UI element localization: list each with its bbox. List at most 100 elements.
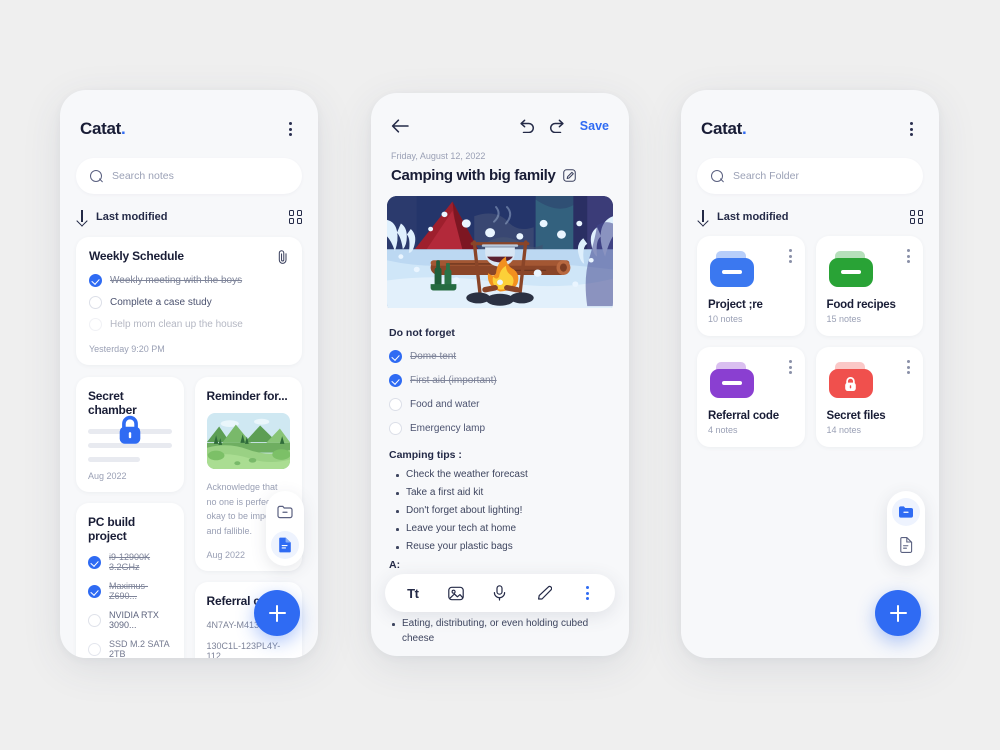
folder-card-locked[interactable]: Secret files 14 notes [815, 347, 923, 447]
checkbox-unchecked[interactable] [389, 398, 402, 411]
microphone-icon[interactable] [485, 578, 515, 608]
checklist-item[interactable]: i9-12900K 3.2GHz [88, 552, 172, 572]
undo-icon[interactable] [518, 119, 535, 133]
folders-grid: Project ;re 10 notes Food recipes 15 not… [697, 236, 923, 447]
save-button[interactable]: Save [580, 119, 609, 133]
note-title: Secret chamber [88, 389, 137, 417]
note-title: Weekly Schedule [89, 249, 184, 263]
tip-item: Check the weather forecast [395, 469, 611, 480]
checkbox-unchecked[interactable] [89, 296, 102, 309]
checklist-item[interactable]: Emergency lamp [389, 422, 611, 435]
checkbox-unchecked[interactable] [89, 318, 102, 331]
tips-list: Check the weather forecast Take a first … [395, 469, 611, 552]
checklist-label: First aid (important) [410, 375, 497, 386]
more-vertical-icon[interactable] [572, 578, 602, 608]
search-icon [711, 169, 724, 183]
checklist-label: Complete a case study [110, 297, 212, 308]
grid-view-icon[interactable] [288, 210, 302, 224]
pen-icon[interactable] [529, 578, 559, 608]
notes-column-left: Secret chamber Aug 2022 PC build project [76, 377, 184, 658]
checklist-label: i9-12900K 3.2GHz [109, 552, 151, 572]
left-fab-menu [266, 491, 304, 566]
app-brand: Catat. [701, 119, 747, 139]
checkbox-checked[interactable] [389, 374, 402, 387]
note-date: Friday, August 12, 2022 [391, 151, 486, 161]
hero-image [387, 196, 613, 313]
folder-icon[interactable] [892, 498, 920, 526]
checklist-item[interactable]: SSD M.2 SATA 2TB [88, 639, 172, 658]
checkbox-checked[interactable] [88, 555, 101, 569]
kebab-menu-icon[interactable] [904, 118, 919, 140]
folder-locked-icon [828, 362, 873, 398]
checkbox-checked[interactable] [88, 584, 101, 598]
checkbox-unchecked[interactable] [88, 642, 101, 656]
folder-icon [828, 251, 873, 287]
grid-view-icon[interactable] [909, 210, 923, 224]
checkbox-unchecked[interactable] [389, 422, 402, 435]
kebab-menu-icon[interactable] [283, 118, 298, 140]
checklist-item[interactable]: Maximus-Z690... [88, 581, 172, 601]
checklist-item[interactable]: NVIDIA RTX 3090... [88, 610, 172, 630]
note-card-secret-chamber[interactable]: Secret chamber Aug 2022 [76, 377, 184, 492]
search-input[interactable]: Search notes [76, 158, 302, 194]
note-detail-panel: Save Friday, August 12, 2022 Camping wit… [371, 93, 629, 656]
add-note-button[interactable] [254, 590, 300, 636]
checklist-item[interactable]: Weekly meeting with the boys [89, 274, 289, 287]
left-sort-row: Last modified [76, 210, 302, 224]
edit-pencil-icon[interactable] [563, 169, 577, 182]
brand-name: Catat [80, 119, 122, 138]
sort-control[interactable]: Last modified [76, 210, 168, 224]
sort-label: Last modified [96, 211, 168, 223]
checklist-label: NVIDIA RTX 3090... [109, 610, 159, 630]
kebab-menu-icon[interactable] [783, 356, 798, 378]
editor-toolbar: Tt [385, 574, 615, 612]
folder-icon[interactable] [271, 498, 299, 526]
text-format-icon[interactable]: Tt [398, 578, 428, 608]
right-fab-menu [887, 491, 925, 566]
search-folder-input[interactable]: Search Folder [697, 158, 923, 194]
checklist-label: Weekly meeting with the boys [110, 275, 243, 286]
tip-item: Leave your tech at home [395, 523, 611, 534]
tip-item: Don't forget about lighting! [395, 505, 611, 516]
checkbox-checked[interactable] [389, 350, 402, 363]
checkbox-checked[interactable] [89, 274, 102, 287]
folder-card[interactable]: Referral code 4 notes [697, 347, 805, 447]
app-brand: Catat. [80, 119, 126, 139]
arrow-down-icon [697, 210, 709, 224]
checklist-item[interactable]: First aid (important) [389, 374, 611, 387]
folder-name: Secret files [826, 410, 886, 422]
kebab-menu-icon[interactable] [901, 245, 916, 267]
screenshot-stage: Catat. Search notes Last modified Weekly… [0, 0, 1000, 750]
green-valley-illustration [206, 413, 290, 469]
document-icon[interactable] [892, 531, 920, 559]
notes-list-panel: Catat. Search notes Last modified Weekly… [60, 90, 318, 658]
image-icon[interactable] [441, 578, 471, 608]
folder-card[interactable]: Food recipes 15 notes [815, 236, 923, 336]
arrow-left-icon[interactable] [391, 119, 409, 133]
folder-count: 4 notes [708, 425, 738, 435]
sort-control[interactable]: Last modified [697, 210, 789, 224]
note-card-weekly-schedule[interactable]: Weekly Schedule Weekly meeting with the … [76, 237, 302, 365]
brand-name: Catat [701, 119, 743, 138]
kebab-menu-icon[interactable] [901, 356, 916, 378]
left-app-header: Catat. [60, 90, 318, 140]
kebab-menu-icon[interactable] [783, 245, 798, 267]
checklist-item[interactable]: Help mom clean up the house [89, 318, 289, 331]
brand-dot: . [742, 119, 747, 138]
folders-panel: Catat. Search Folder Last modified Proje… [681, 90, 939, 658]
note-date: Aug 2022 [88, 471, 127, 481]
folder-card[interactable]: Project ;re 10 notes [697, 236, 805, 336]
checklist-item[interactable]: Dome tent [389, 350, 611, 363]
note-card-pc-build[interactable]: PC build project i9-12900K 3.2GHz Maximu… [76, 503, 184, 658]
checklist-item[interactable]: Food and water [389, 398, 611, 411]
checklist-item[interactable]: Complete a case study [89, 296, 289, 309]
right-app-header: Catat. [681, 90, 939, 140]
add-folder-button[interactable] [875, 590, 921, 636]
plus-icon [889, 604, 907, 622]
folder-name: Referral code [708, 410, 779, 422]
document-icon[interactable] [271, 531, 299, 559]
redo-icon[interactable] [549, 119, 566, 133]
paperclip-icon[interactable] [277, 249, 289, 265]
checkbox-unchecked[interactable] [88, 613, 101, 627]
search-placeholder: Search Folder [733, 170, 799, 182]
